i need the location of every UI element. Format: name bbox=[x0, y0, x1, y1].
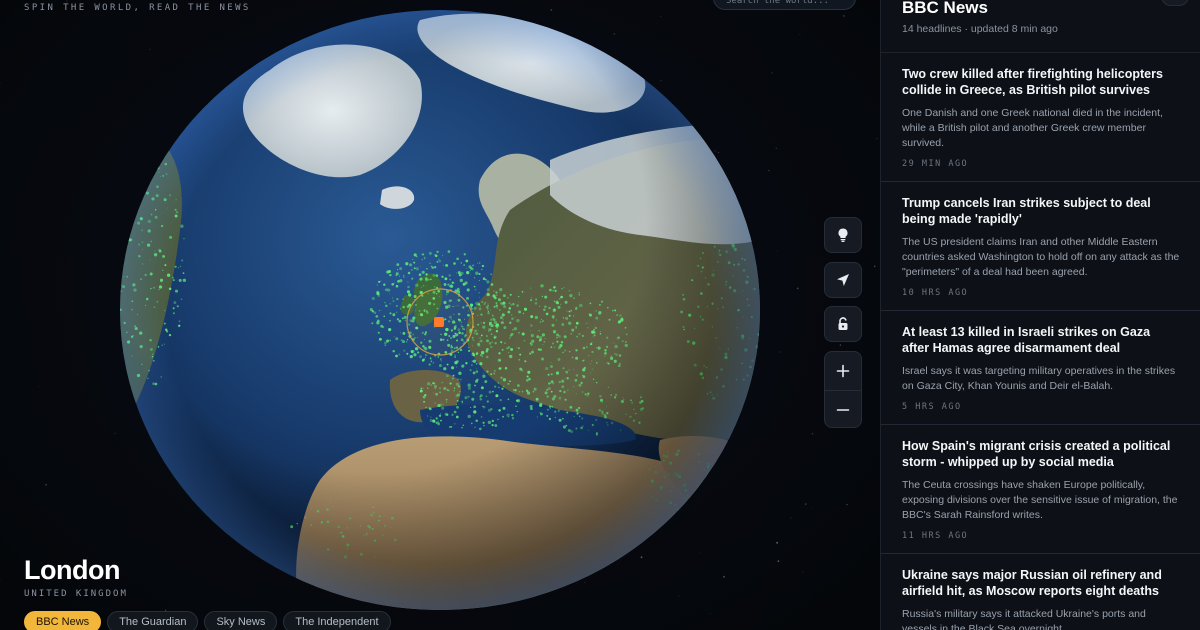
search-input[interactable]: Search the world... bbox=[713, 0, 856, 10]
article-summary: One Danish and one Greek national died i… bbox=[902, 107, 1163, 149]
divider bbox=[881, 52, 1200, 53]
article-timestamp: 29 MIN AGO bbox=[902, 159, 969, 169]
lightbulb-icon bbox=[838, 228, 848, 242]
navigation-arrow-icon bbox=[837, 274, 849, 286]
divider bbox=[881, 310, 1200, 311]
zoom-out-button[interactable] bbox=[825, 390, 861, 427]
plus-icon bbox=[836, 364, 850, 378]
news-sidebar[interactable]: BBC News 14 headlines · updated 8 min ag… bbox=[880, 0, 1200, 630]
app-tagline: SPIN THE WORLD, READ THE NEWS bbox=[24, 3, 251, 13]
location-label: London UNITED KINGDOM bbox=[24, 553, 128, 599]
article-title[interactable]: Ukraine says major Russian oil refinery … bbox=[902, 567, 1180, 599]
source-tab[interactable]: The Independent bbox=[283, 611, 391, 630]
article-card[interactable]: How Spain's migrant crisis created a pol… bbox=[881, 438, 1200, 541]
article-card[interactable]: Trump cancels Iran strikes subject to de… bbox=[881, 195, 1200, 298]
article-card[interactable]: At least 13 killed in Israeli strikes on… bbox=[881, 324, 1200, 412]
article-title[interactable]: Trump cancels Iran strikes subject to de… bbox=[902, 195, 1180, 227]
feed-meta: 14 headlines · updated 8 min ago bbox=[902, 23, 1058, 35]
news-source-tabs: BBC News The Guardian Sky News The Independ… bbox=[24, 611, 391, 630]
globe[interactable] bbox=[120, 10, 760, 610]
article-timestamp: 11 HRS AGO bbox=[902, 531, 969, 541]
source-tab[interactable]: The Guardian bbox=[107, 611, 199, 630]
article-card[interactable]: Ukraine says major Russian oil refinery … bbox=[881, 567, 1200, 630]
unlock-icon bbox=[838, 317, 848, 330]
globe-stage[interactable]: SPIN THE WORLD, READ THE NEWS Search the… bbox=[0, 0, 880, 630]
article-summary: Israel says it was targeting military op… bbox=[902, 365, 1176, 392]
city-name: London bbox=[24, 555, 120, 585]
divider bbox=[881, 553, 1200, 554]
location-marker[interactable] bbox=[406, 288, 474, 356]
divider bbox=[881, 181, 1200, 182]
zoom-controls bbox=[824, 351, 862, 428]
divider bbox=[881, 424, 1200, 425]
zoom-in-button[interactable] bbox=[825, 352, 861, 390]
source-tab[interactable]: Sky News bbox=[204, 611, 278, 630]
article-summary: Russia's military says it attacked Ukrai… bbox=[902, 608, 1146, 630]
article-summary: The US president claims Iran and other M… bbox=[902, 236, 1180, 278]
article-title[interactable]: Two crew killed after firefighting helic… bbox=[902, 66, 1180, 98]
locate-button[interactable] bbox=[824, 262, 862, 298]
article-title[interactable]: At least 13 killed in Israeli strikes on… bbox=[902, 324, 1180, 356]
article-title[interactable]: How Spain's migrant crisis created a pol… bbox=[902, 438, 1180, 470]
article-timestamp: 5 HRS AGO bbox=[902, 402, 962, 412]
lock-rotation-button[interactable] bbox=[824, 306, 862, 342]
article-timestamp: 10 HRS AGO bbox=[902, 288, 969, 298]
lightbulb-button[interactable] bbox=[824, 217, 862, 253]
source-tab[interactable]: BBC News bbox=[24, 611, 102, 630]
minus-icon bbox=[836, 408, 850, 411]
close-sidebar-button[interactable] bbox=[1161, 0, 1189, 6]
country-name: UNITED KINGDOM bbox=[24, 589, 128, 599]
article-card[interactable]: Two crew killed after firefighting helic… bbox=[881, 66, 1200, 169]
feed-title: BBC News bbox=[902, 0, 988, 17]
article-summary: The Ceuta crossings have shaken Europe p… bbox=[902, 479, 1178, 521]
